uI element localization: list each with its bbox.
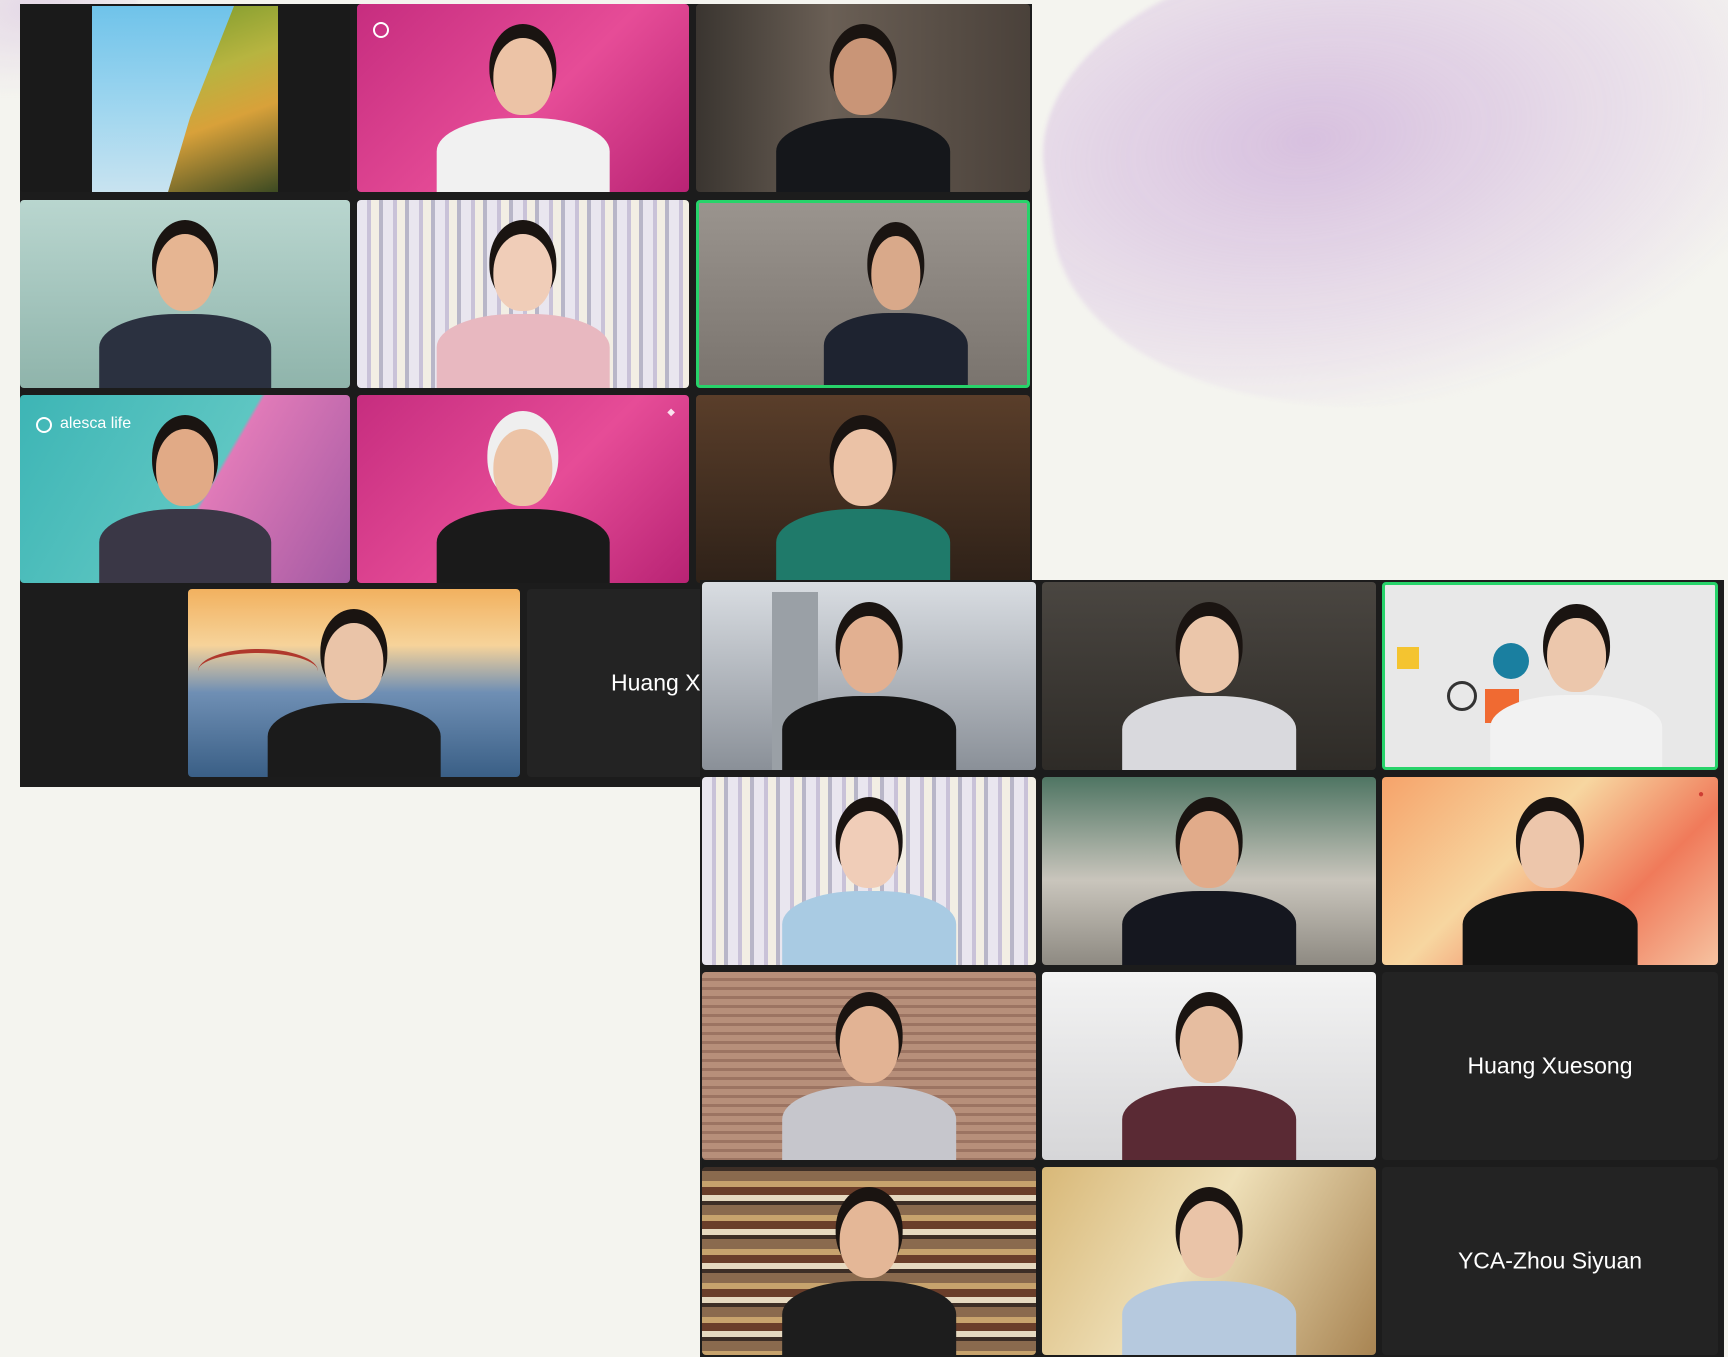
video-tile-b10[interactable] xyxy=(702,1167,1036,1355)
participant-video xyxy=(782,1005,956,1160)
participant-video xyxy=(782,810,956,965)
video-tile-a11-camera-off[interactable]: Huang X xyxy=(527,589,707,777)
brand-logo-icon xyxy=(373,22,389,38)
participant-name-label: YCA-Zhou Siyuan xyxy=(1457,1247,1643,1274)
participant-video xyxy=(1122,1005,1296,1160)
video-tile-a4[interactable] xyxy=(20,200,350,388)
participant-video xyxy=(823,235,968,385)
video-grid-screenshot-second: ● Huang Xuesong YCA-Zhou Siyuan xyxy=(700,580,1724,1357)
video-tile-b4[interactable] xyxy=(702,777,1036,965)
participant-video xyxy=(99,428,271,583)
participant-video xyxy=(776,428,950,583)
participant-name-label: Huang X xyxy=(611,669,701,696)
video-tile-b3-active-speaker[interactable] xyxy=(1382,582,1718,770)
brand-logo-icon: ◆ xyxy=(667,407,675,418)
video-tile-a9[interactable] xyxy=(696,395,1030,583)
video-tile-a8[interactable]: ◆ xyxy=(357,395,689,583)
participant-video xyxy=(99,233,271,388)
participant-video xyxy=(436,37,610,192)
brand-logo-icon: ● xyxy=(1697,789,1704,800)
participant-video xyxy=(1462,810,1638,965)
yellow-shape xyxy=(1397,647,1419,669)
purple-watercolor-wash xyxy=(1019,0,1728,451)
video-tile-b2[interactable] xyxy=(1042,582,1376,770)
alesca-logo-icon xyxy=(36,417,52,433)
participant-video xyxy=(776,37,950,192)
video-tile-a1[interactable] xyxy=(20,4,350,192)
participant-video xyxy=(1490,617,1663,767)
participant-video xyxy=(267,622,441,777)
participant-name-label: Huang Xuesong xyxy=(1467,1052,1633,1079)
participant-video xyxy=(782,1200,956,1355)
participant-video xyxy=(436,233,610,388)
video-tile-a7[interactable]: alesca life xyxy=(20,395,350,583)
participant-video xyxy=(782,615,956,770)
video-tile-b12-camera-off[interactable]: YCA-Zhou Siyuan xyxy=(1382,1167,1718,1355)
video-tile-b9-camera-off[interactable]: Huang Xuesong xyxy=(1382,972,1718,1160)
video-tile-a5[interactable] xyxy=(357,200,689,388)
plant-terrace-photo xyxy=(92,6,278,192)
video-tile-b7[interactable] xyxy=(702,972,1036,1160)
video-tile-b11[interactable] xyxy=(1042,1167,1376,1355)
video-tile-a6-active-speaker[interactable] xyxy=(696,200,1030,388)
video-tile-a3[interactable] xyxy=(696,4,1030,192)
b-corp-logo-icon xyxy=(1447,681,1477,711)
participant-video xyxy=(1122,810,1296,965)
participant-video xyxy=(1122,1200,1296,1355)
video-tile-b1[interactable] xyxy=(702,582,1036,770)
participant-video xyxy=(1122,615,1296,770)
video-tile-a2[interactable] xyxy=(357,4,689,192)
video-tile-b6[interactable]: ● xyxy=(1382,777,1718,965)
video-tile-a10[interactable] xyxy=(188,589,520,777)
video-tile-b5[interactable] xyxy=(1042,777,1376,965)
video-tile-b8[interactable] xyxy=(1042,972,1376,1160)
participant-video xyxy=(436,428,610,583)
